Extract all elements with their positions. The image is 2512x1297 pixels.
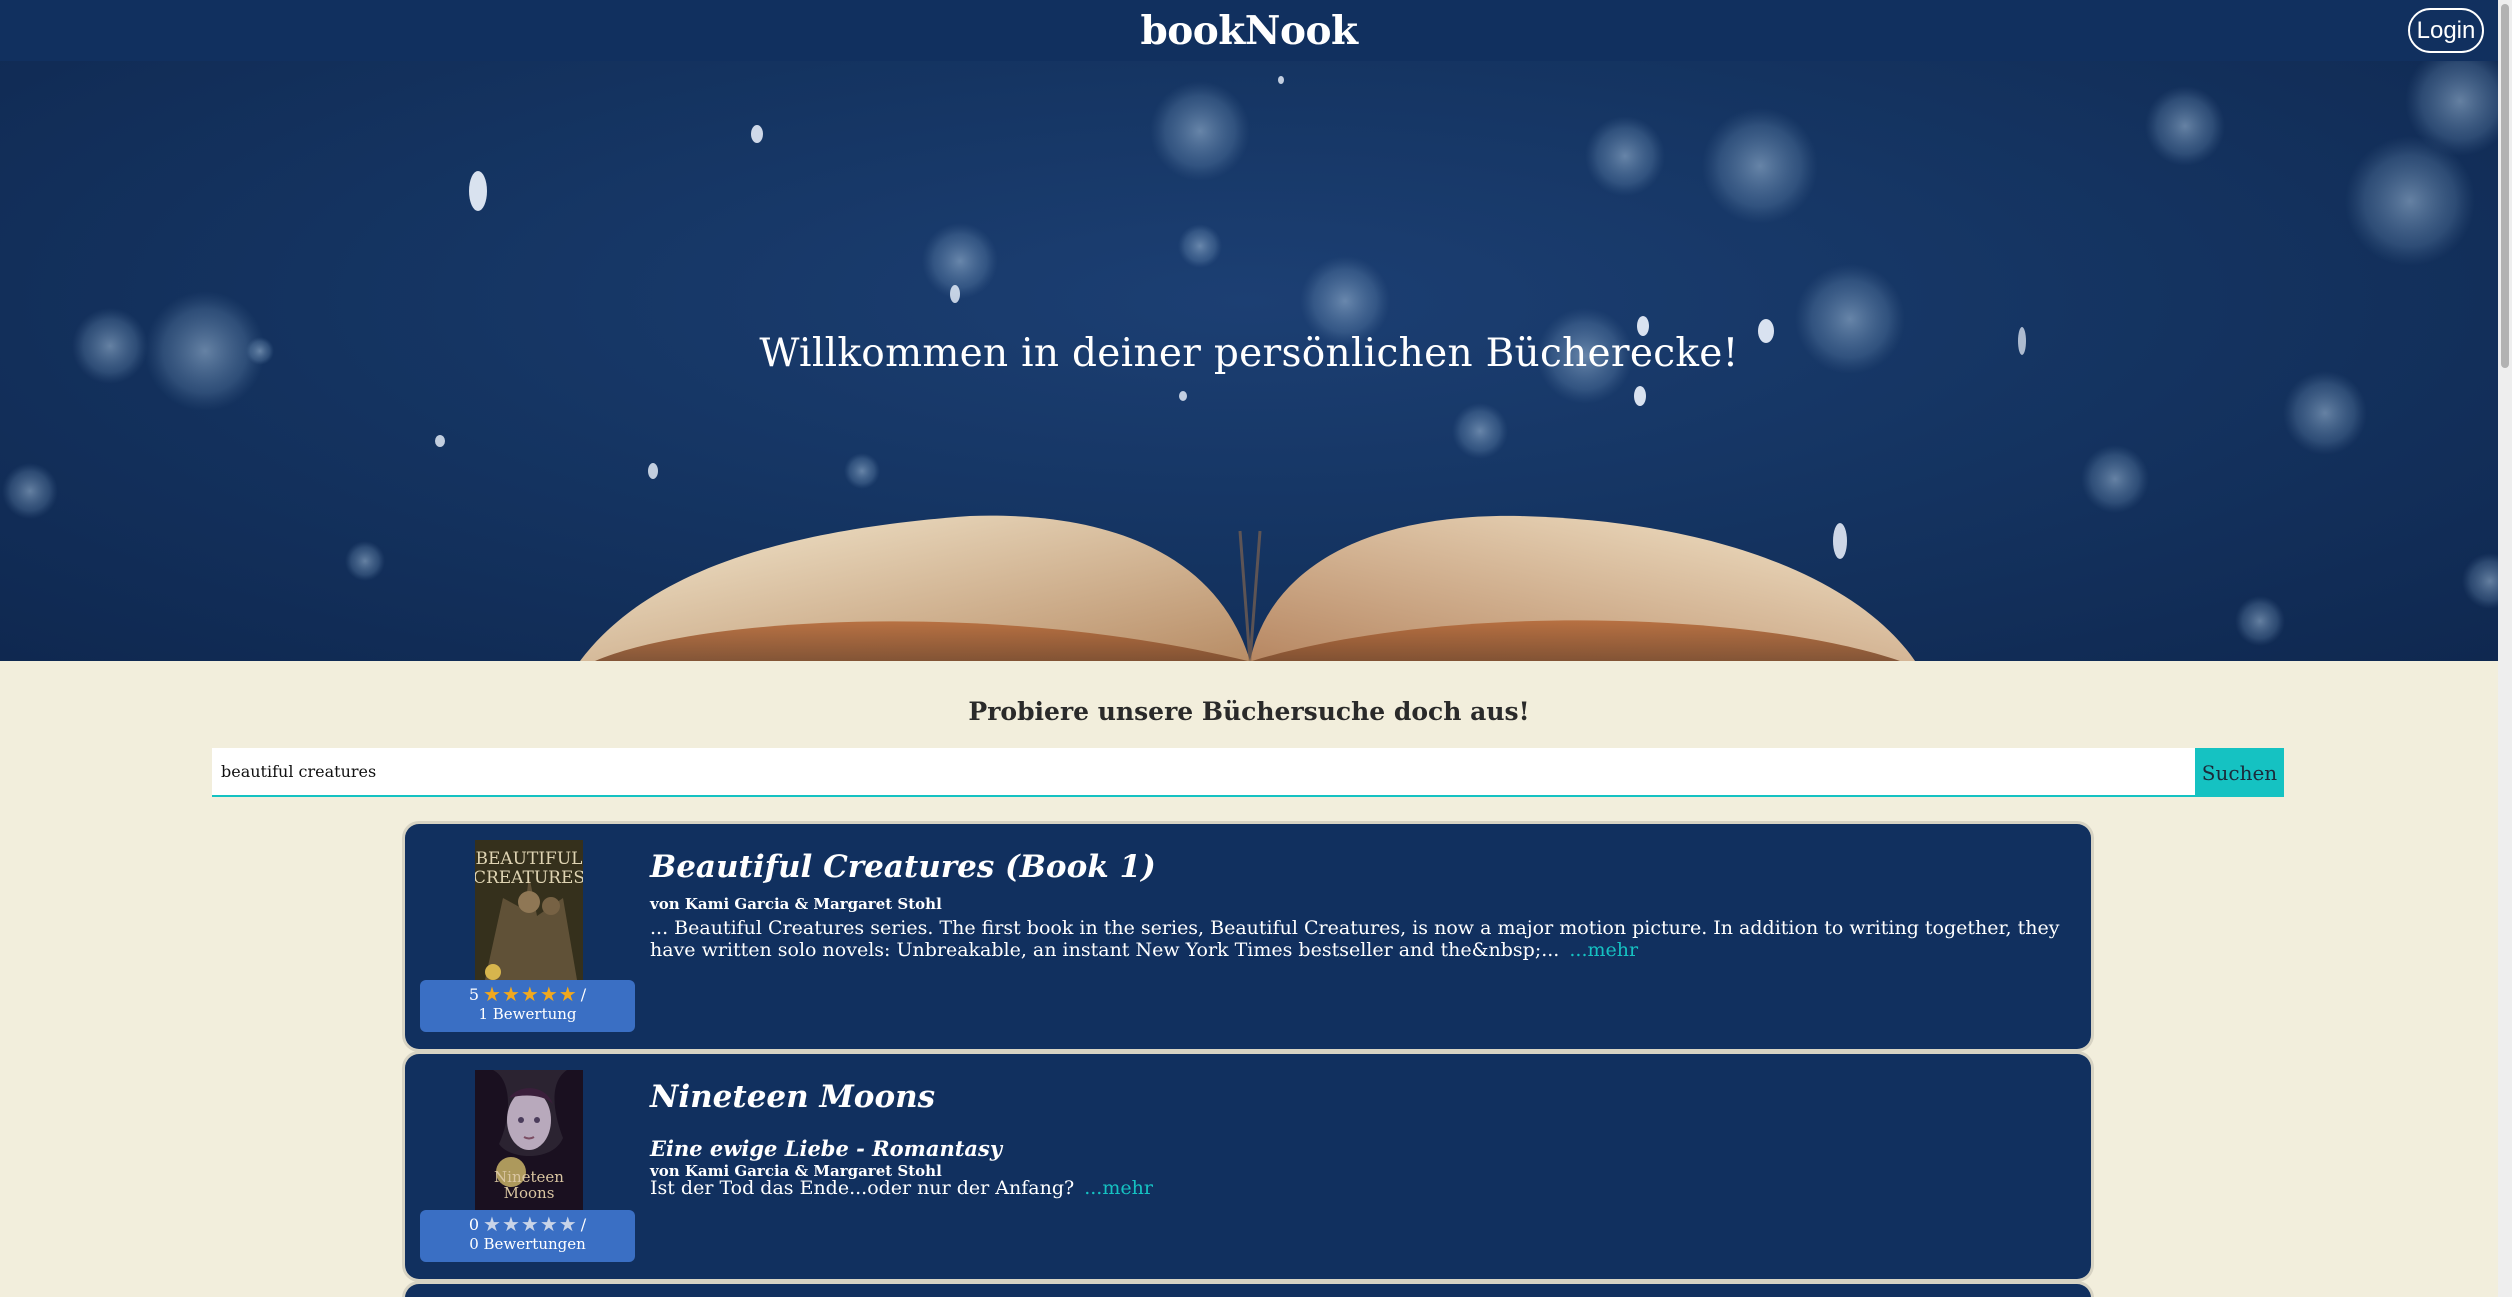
site-logo-text[interactable]: bookNook — [1140, 8, 1358, 54]
page-scrollbar[interactable] — [2498, 0, 2512, 1297]
book-description-text: Ist der Tod das Ende...oder nur der Anfa… — [650, 1177, 1075, 1199]
rating-summary: 5 ★ ★ ★ ★ ★ / 1 Bewertung — [420, 980, 635, 1032]
hero-banner: Willkommen in deiner persönlichen Bücher… — [0, 61, 2498, 661]
star-icon[interactable]: ★ — [540, 1214, 558, 1234]
rating-summary: 0 ★ ★ ★ ★ ★ / 0 Bewertungen — [420, 1210, 635, 1262]
book-cover-nineteen-moons[interactable]: Nineteen Moons — [475, 1070, 583, 1210]
rating-count: 0 Bewertungen — [469, 1235, 586, 1253]
book-subtitle: Eine ewige Liebe - Romantasy — [650, 1136, 1003, 1161]
book-cover-beautiful-creatures[interactable]: BEAUTIFUL CREATURES — [475, 840, 583, 980]
next-result-card-partial[interactable] — [405, 1284, 2091, 1297]
top-navigation-bar: bookNook Login — [0, 0, 2498, 61]
rating-slash: / — [580, 984, 587, 1004]
rating-value: 0 — [468, 1214, 480, 1234]
hero-welcome-heading: Willkommen in deiner persönlichen Bücher… — [759, 331, 1739, 376]
rating-count: 1 Bewertung — [478, 1005, 577, 1023]
scroll-thumb[interactable] — [2501, 4, 2509, 368]
rating-line: 0 ★ ★ ★ ★ ★ / — [420, 1214, 635, 1234]
star-icon[interactable]: ★ — [483, 1214, 501, 1234]
star-icon[interactable]: ★ — [559, 984, 577, 1004]
svg-text:BEAUTIFUL: BEAUTIFUL — [476, 849, 583, 869]
book-title-link[interactable]: Nineteen Moons — [650, 1079, 935, 1115]
star-icon[interactable]: ★ — [521, 984, 539, 1004]
book-result-card-nineteen-moons[interactable]: Nineteen Moons 0 ★ ★ ★ ★ ★ / 0 Bewertung… — [405, 1054, 2091, 1279]
star-icon[interactable]: ★ — [502, 1214, 520, 1234]
book-description: ... Beautiful Creatures series. The firs… — [650, 917, 2060, 961]
search-section-heading: Probiere unsere Büchersuche doch aus! — [968, 697, 1530, 726]
book-cover-image: BEAUTIFUL CREATURES — [475, 840, 583, 980]
book-author: von Kami Garcia & Margaret Stohl — [650, 895, 942, 913]
book-description-text: ... Beautiful Creatures series. The firs… — [650, 917, 2060, 961]
rating-value: 5 — [468, 984, 480, 1004]
open-book-illustration — [580, 515, 1915, 661]
svg-text:Moons: Moons — [504, 1184, 555, 1202]
star-icon[interactable]: ★ — [540, 984, 558, 1004]
search-button[interactable]: Suchen — [2195, 748, 2284, 797]
book-cover-image: Nineteen Moons — [475, 1070, 583, 1210]
more-link[interactable]: ...mehr — [1084, 1177, 1153, 1199]
search-input[interactable] — [212, 748, 2195, 797]
svg-text:CREATURES: CREATURES — [475, 868, 583, 888]
star-icon[interactable]: ★ — [521, 1214, 539, 1234]
rating-line: 5 ★ ★ ★ ★ ★ / — [420, 984, 635, 1004]
book-result-card-beautiful-creatures[interactable]: BEAUTIFUL CREATURES 5 ★ ★ ★ ★ ★ / 1 Bewe… — [405, 824, 2091, 1049]
book-description: Ist der Tod das Ende...oder nur der Anfa… — [650, 1177, 2060, 1199]
rating-stars: ★ ★ ★ ★ ★ — [483, 1214, 577, 1234]
star-icon[interactable]: ★ — [502, 984, 520, 1004]
star-icon[interactable]: ★ — [559, 1214, 577, 1234]
rating-stars: ★ ★ ★ ★ ★ — [483, 984, 577, 1004]
book-title-link[interactable]: Beautiful Creatures (Book 1) — [650, 849, 1156, 885]
page: bookNook Login Willkommen in deiner pers… — [0, 0, 2498, 1297]
more-link[interactable]: ...mehr — [1569, 939, 1638, 961]
star-icon[interactable]: ★ — [483, 984, 501, 1004]
book-search-bar: Suchen — [212, 748, 2284, 797]
rating-slash: / — [580, 1214, 587, 1234]
login-button[interactable]: Login — [2408, 8, 2484, 53]
